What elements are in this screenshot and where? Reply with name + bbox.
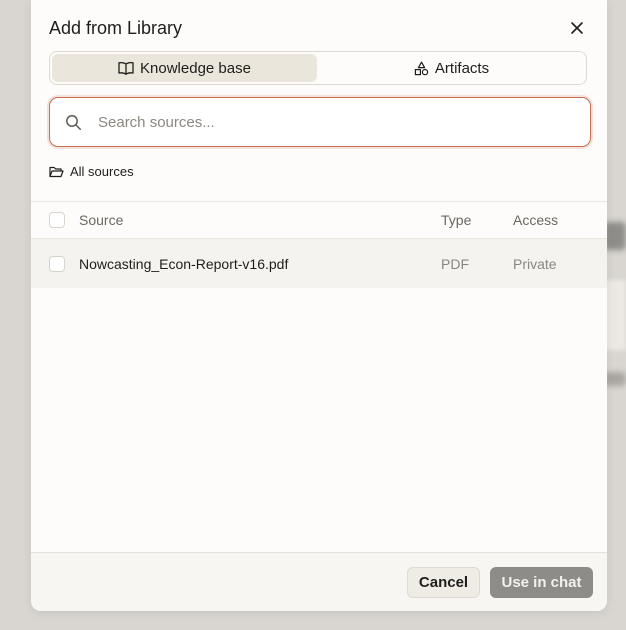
column-header-type[interactable]: Type [441, 212, 471, 228]
dialog-header: Add from Library [49, 15, 589, 41]
cancel-button[interactable]: Cancel [407, 567, 480, 598]
search-input[interactable] [96, 112, 590, 132]
search-icon [50, 114, 96, 131]
tab-label: Artifacts [434, 59, 490, 77]
select-all-checkbox[interactable] [49, 212, 65, 228]
dialog-footer: Cancel Use in chat [31, 552, 607, 611]
table-header-row: Source Type Access [31, 201, 607, 238]
sources-table: Source Type Access Nowcasting_Econ-Repor… [31, 201, 607, 288]
book-open-icon [118, 61, 134, 75]
background-shape [604, 372, 626, 386]
row-checkbox[interactable] [49, 255, 65, 272]
tab-knowledge-base[interactable]: Knowledge base [52, 54, 317, 82]
source-type: PDF [441, 255, 469, 272]
column-header-access[interactable]: Access [513, 212, 558, 228]
source-name: Nowcasting_Econ-Report-v16.pdf [79, 255, 289, 272]
shapes-icon [414, 61, 429, 75]
tab-label: Knowledge base [140, 59, 251, 77]
source-access: Private [513, 255, 557, 272]
close-button[interactable] [565, 16, 589, 40]
background-shape [604, 222, 626, 250]
tab-artifacts[interactable]: Artifacts [319, 54, 584, 82]
search-box [49, 97, 591, 147]
table-row[interactable]: Nowcasting_Econ-Report-v16.pdf PDF Priva… [31, 238, 607, 288]
dialog-title: Add from Library [49, 18, 183, 38]
source-tabs: Knowledge base Artifacts [49, 51, 587, 85]
folder-open-icon [49, 166, 64, 177]
breadcrumb[interactable]: All sources [49, 164, 134, 179]
column-header-source[interactable]: Source [79, 212, 123, 228]
breadcrumb-label: All sources [70, 164, 134, 179]
use-in-chat-button[interactable]: Use in chat [490, 567, 593, 598]
library-dialog: Add from Library Knowledge base Artifact… [31, 0, 607, 611]
close-icon [571, 22, 583, 34]
